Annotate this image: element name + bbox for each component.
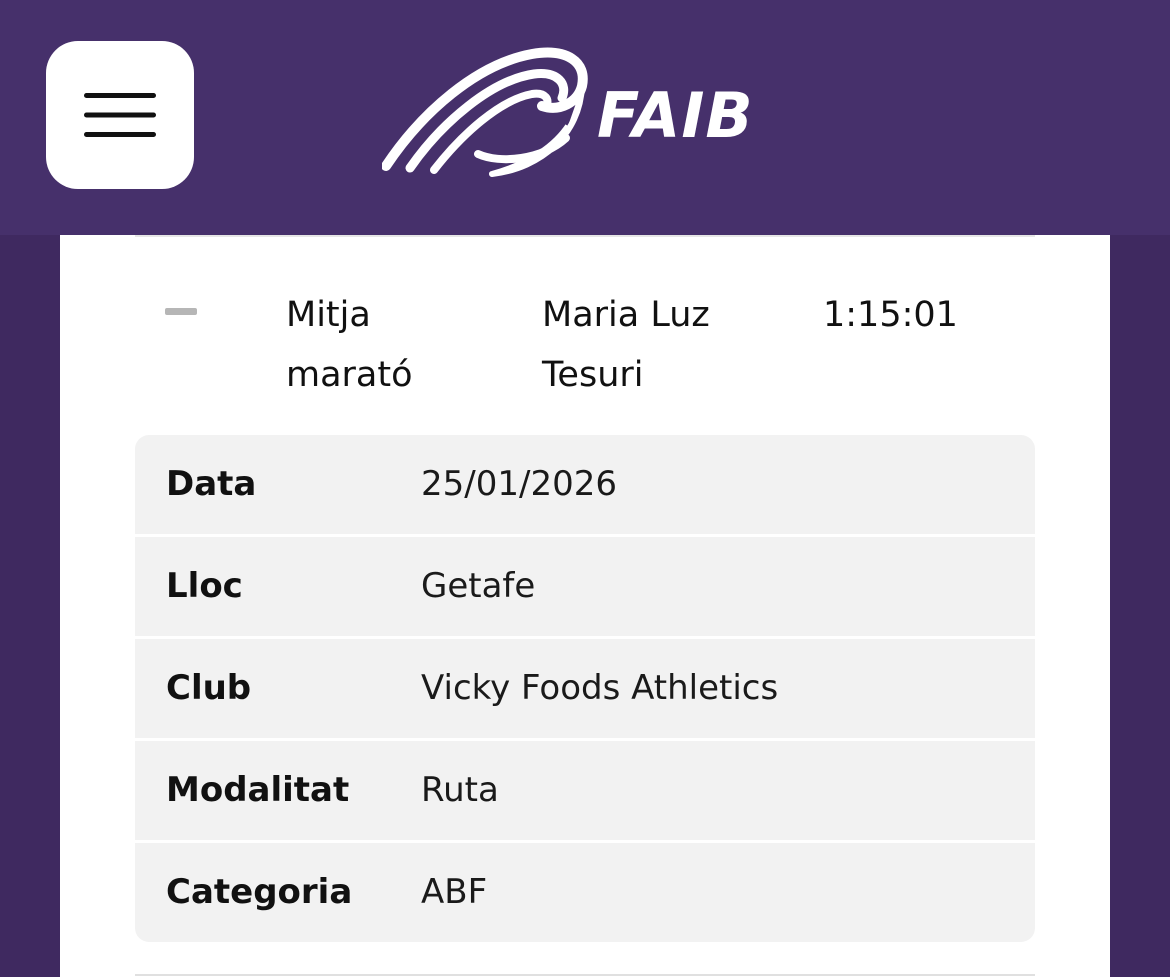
detail-value: Getafe [421,566,536,606]
detail-label: Modalitat [166,770,350,810]
hamburger-menu-icon [84,93,156,137]
detail-value: 25/01/2026 [421,464,617,504]
event-name: Mitja marató [286,285,413,405]
result-time: 1:15:01 [823,295,958,335]
detail-label: Data [166,464,257,504]
divider [135,235,1035,237]
detail-row-modality: Modalitat Ruta [135,741,1035,840]
details-table: Data 25/01/2026 Lloc Getafe Club Vicky F… [135,435,1035,942]
athlete-name-line: Maria Luz [542,295,710,335]
athlete-name-line: Tesuri [542,355,644,395]
detail-label: Club [166,668,252,708]
detail-label: Lloc [166,566,243,606]
detail-row-club: Club Vicky Foods Athletics [135,639,1035,738]
detail-row-place: Lloc Getafe [135,537,1035,636]
detail-row-category: Categoria ABF [135,843,1035,942]
brand-name: FAIB [597,79,754,152]
detail-value: Vicky Foods Athletics [421,668,779,708]
detail-value: Ruta [421,770,499,810]
site-header: FAIB [0,0,1170,235]
event-name-line: Mitja [286,295,371,335]
result-card: Mitja marató Maria Luz Tesuri 1:15:01 Da… [60,235,1110,977]
minus-icon[interactable] [165,308,197,315]
detail-value: ABF [421,872,488,912]
divider [135,974,1035,976]
menu-button[interactable] [46,41,194,189]
detail-row-date: Data 25/01/2026 [135,435,1035,534]
detail-label: Categoria [166,872,353,912]
athlete-name: Maria Luz Tesuri [542,285,710,405]
event-name-line: marató [286,355,413,395]
